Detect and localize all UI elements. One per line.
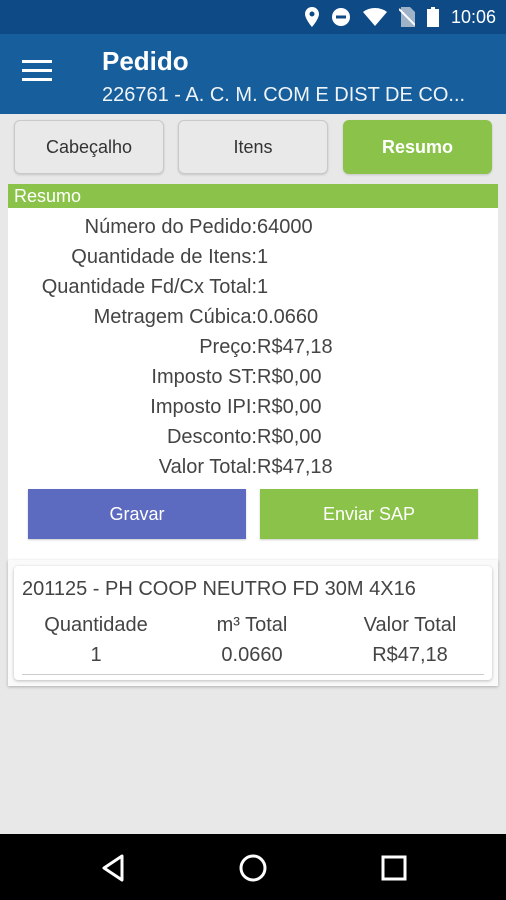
item-value-quantity: 1 xyxy=(90,644,102,666)
summary-label: Número do Pedido: xyxy=(84,215,257,238)
item-value-total-value: R$47,18 xyxy=(372,644,448,666)
summary-row-total: Valor Total: R$47,18 xyxy=(8,452,498,482)
summary-row-discount: Desconto: R$0,00 xyxy=(8,422,498,452)
back-icon[interactable] xyxy=(98,852,130,884)
tab-itens[interactable]: Itens xyxy=(178,120,328,174)
summary-label: Desconto: xyxy=(166,425,257,448)
summary-row-price: Preço: R$47,18 xyxy=(8,332,498,362)
summary-row-order-number: Número do Pedido: 64000 xyxy=(8,212,498,242)
list-item[interactable]: 201125 - PH COOP NEUTRO FD 30M 4X16 Quan… xyxy=(14,566,492,680)
status-time: 10:06 xyxy=(450,6,496,27)
summary-value: R$47,18 xyxy=(257,335,333,358)
navigation-bar xyxy=(0,834,506,900)
summary-row-fd-cx-total: Quantidade Fd/Cx Total: 1 xyxy=(8,272,498,302)
summary-value: R$0,00 xyxy=(257,395,322,418)
status-icons: 10:06 xyxy=(304,6,496,28)
summary-value: 64000 xyxy=(257,215,313,238)
summary-row-item-count: Quantidade de Itens: 1 xyxy=(8,242,498,272)
summary-label: Preço: xyxy=(199,335,257,358)
summary-label: Valor Total: xyxy=(158,455,257,478)
menu-icon[interactable] xyxy=(22,60,56,88)
summary-value: 1 xyxy=(257,275,269,298)
battery-icon xyxy=(426,7,439,27)
tab-bar: Cabeçalho Itens Resumo xyxy=(14,120,492,176)
do-not-disturb-icon xyxy=(331,8,350,26)
summary-label: Imposto IPI: xyxy=(150,395,257,418)
summary-value: 0.0660 xyxy=(257,305,319,328)
save-button[interactable]: Gravar xyxy=(28,489,246,539)
location-icon xyxy=(304,7,319,27)
divider xyxy=(22,674,484,675)
summary-label: Quantidade Fd/Cx Total: xyxy=(41,275,257,298)
tab-resumo[interactable]: Resumo xyxy=(343,120,492,174)
summary-label: Imposto ST: xyxy=(151,365,257,388)
item-value-m3-total: 0.0660 xyxy=(221,644,283,666)
summary-row-cubic-meters: Metragem Cúbica: 0.0660 xyxy=(8,302,498,332)
item-header-m3-total: m³ Total xyxy=(216,614,288,636)
status-bar: 10:06 xyxy=(0,0,506,34)
send-sap-button[interactable]: Enviar SAP xyxy=(260,489,478,539)
item-header-quantity: Quantidade xyxy=(44,614,148,636)
app-bar: Pedido 226761 - A. C. M. COM E DIST DE C… xyxy=(0,34,506,114)
summary-row-tax-st: Imposto ST: R$0,00 xyxy=(8,362,498,392)
summary-value: R$47,18 xyxy=(257,455,333,478)
wifi-icon xyxy=(362,8,387,26)
summary-row-tax-ipi: Imposto IPI: R$0,00 xyxy=(8,392,498,422)
no-sim-icon xyxy=(398,7,415,27)
page-subtitle: 226761 - A. C. M. COM E DIST DE CO... xyxy=(102,84,466,106)
item-header-total-value: Valor Total xyxy=(363,614,457,636)
page-title: Pedido xyxy=(102,46,189,76)
tab-cabecalho[interactable]: Cabeçalho xyxy=(14,120,164,174)
resumo-card: Resumo Número do Pedido: 64000 Quantidad… xyxy=(8,184,498,560)
summary-label: Metragem Cúbica: xyxy=(93,305,257,328)
summary-label: Quantidade de Itens: xyxy=(71,245,257,268)
resumo-rows: Número do Pedido: 64000 Quantidade de It… xyxy=(8,212,498,482)
summary-value: 1 xyxy=(257,245,269,268)
home-icon[interactable] xyxy=(237,852,269,884)
recents-icon[interactable] xyxy=(378,852,410,884)
resumo-header: Resumo xyxy=(8,184,498,208)
item-title: 201125 - PH COOP NEUTRO FD 30M 4X16 xyxy=(22,578,416,600)
items-list: 201125 - PH COOP NEUTRO FD 30M 4X16 Quan… xyxy=(8,560,498,686)
summary-value: R$0,00 xyxy=(257,425,322,448)
summary-value: R$0,00 xyxy=(257,365,322,388)
